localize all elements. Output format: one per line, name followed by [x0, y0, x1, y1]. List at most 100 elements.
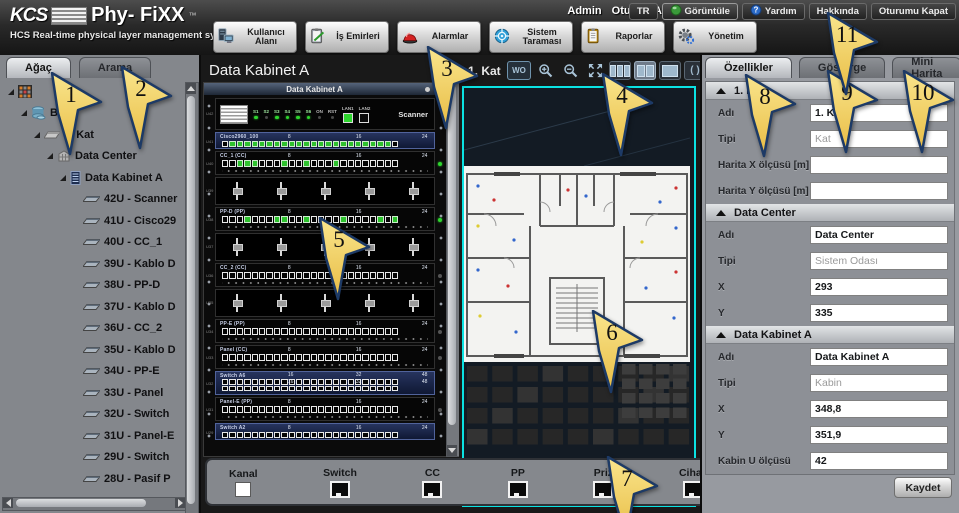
rack-port[interactable]: [370, 406, 376, 413]
rack-port[interactable]: [296, 272, 302, 279]
rack-port[interactable]: [385, 272, 391, 279]
rack-port[interactable]: [296, 386, 302, 392]
rack-port[interactable]: [274, 379, 280, 385]
rack-port[interactable]: [377, 160, 383, 167]
rack-port[interactable]: [296, 328, 302, 335]
tab-ağaç[interactable]: Ağaç: [6, 57, 71, 78]
layout-3col-icon[interactable]: [609, 61, 631, 80]
rack-port[interactable]: [325, 160, 331, 167]
rack-port[interactable]: [318, 406, 324, 413]
rack-port[interactable]: [392, 216, 398, 223]
rack-port[interactable]: [348, 160, 354, 167]
rack-port[interactable]: [222, 406, 228, 413]
tree-node-39u-kablo-d[interactable]: 39U - Kablo D: [2, 253, 184, 275]
rack-port[interactable]: [370, 328, 376, 335]
rack-port[interactable]: [252, 432, 258, 438]
rack-port[interactable]: [311, 328, 317, 335]
rack-unit-cable-manager[interactable]: U35: [215, 289, 435, 317]
lan-port[interactable]: [359, 113, 369, 123]
rack-port[interactable]: [296, 216, 302, 223]
rack-unit-cable-manager[interactable]: U39: [215, 177, 435, 205]
rack-port[interactable]: [325, 406, 331, 413]
tab-gösterge[interactable]: Gösterge: [799, 57, 885, 78]
field-input-harita-y-ölçüsü-m-[interactable]: [810, 182, 948, 200]
rack-port[interactable]: [289, 141, 295, 147]
field-input-adı[interactable]: [810, 226, 948, 244]
rack-unit-cable-manager[interactable]: U37: [215, 233, 435, 261]
rack-port[interactable]: [259, 272, 265, 279]
rack-port[interactable]: [244, 406, 250, 413]
rack-unit-panel-e-pp-[interactable]: U31Panel-E (PP)81624: [215, 397, 435, 421]
rack-port[interactable]: [355, 328, 361, 335]
rack-port[interactable]: [274, 272, 280, 279]
rack-port[interactable]: [340, 406, 346, 413]
rack-port[interactable]: [244, 160, 250, 167]
rack-unit-cc-1-cc-[interactable]: U40CC_1 (CC)81624: [215, 151, 435, 175]
floor-plan-drawing[interactable]: [464, 166, 690, 362]
rack-unit-cc-2-cc-[interactable]: U36CC_2 (CC)81624: [215, 263, 435, 287]
rack-port[interactable]: [266, 432, 272, 438]
tree-node-36u-cc_2[interactable]: 36U - CC_2: [2, 318, 184, 340]
tree-node-data-center[interactable]: Data Center: [2, 146, 184, 168]
rack-port[interactable]: [318, 432, 324, 438]
rack-port[interactable]: [244, 216, 250, 223]
tab-özellikler[interactable]: Özellikler: [705, 57, 792, 78]
nav-button-sistem-taramas-[interactable]: Sistem Taraması: [489, 21, 573, 53]
rack-port[interactable]: [348, 379, 354, 385]
rack-port[interactable]: [333, 379, 339, 385]
rack-port[interactable]: [252, 354, 258, 361]
nav-button-y-netim[interactable]: Yönetim: [673, 21, 757, 53]
rack-port[interactable]: [289, 386, 295, 392]
tree-node-28u-pasif-p[interactable]: 28U - Pasif P: [2, 468, 184, 490]
rack-port[interactable]: [252, 141, 258, 147]
rack-port[interactable]: [333, 406, 339, 413]
lan-port[interactable]: [343, 113, 353, 123]
close-icon[interactable]: ×: [434, 85, 443, 94]
rack-port[interactable]: [325, 354, 331, 361]
session-button-yard-m[interactable]: ?Yardım: [742, 3, 805, 20]
rack-unit-switch-a6[interactable]: U32Switch A6163248163248: [215, 371, 435, 395]
rack-port[interactable]: [229, 354, 235, 361]
rack-port[interactable]: [340, 328, 346, 335]
zoom-in-icon[interactable]: [534, 61, 556, 80]
rack-port[interactable]: [266, 272, 272, 279]
rack-port[interactable]: [303, 386, 309, 392]
rack-port[interactable]: [244, 432, 250, 438]
rack-port[interactable]: [311, 432, 317, 438]
layout-1col-icon[interactable]: [659, 61, 681, 80]
rack-port[interactable]: [318, 160, 324, 167]
rack-port[interactable]: [281, 432, 287, 438]
rack-port[interactable]: [333, 272, 339, 279]
tree-node-1-kat[interactable]: 1. Kat: [2, 124, 184, 146]
rack-port[interactable]: [296, 379, 302, 385]
rack-port[interactable]: [259, 432, 265, 438]
rack-port[interactable]: [244, 354, 250, 361]
tree-node-42u-scanner[interactable]: 42U - Scanner: [2, 189, 184, 211]
rack-port[interactable]: [340, 354, 346, 361]
nav-button-i-emirleri[interactable]: İş Emirleri: [305, 21, 389, 53]
rack-port[interactable]: [229, 141, 235, 147]
rack-port[interactable]: [362, 141, 368, 147]
rack-port[interactable]: [229, 160, 235, 167]
field-input-adı[interactable]: [810, 348, 948, 366]
rack-port[interactable]: [237, 216, 243, 223]
rack-port[interactable]: [362, 216, 368, 223]
rack-port[interactable]: [266, 216, 272, 223]
tree-node-37u-kablo-d[interactable]: 37U - Kablo D: [2, 296, 184, 318]
rack-port[interactable]: [392, 328, 398, 335]
rack-port[interactable]: [370, 272, 376, 279]
rack-port[interactable]: [325, 216, 331, 223]
rack-port[interactable]: [392, 432, 398, 438]
session-button-oturumu-kapat[interactable]: Oturumu Kapat: [871, 3, 956, 20]
wo-badge[interactable]: WO: [507, 61, 531, 80]
expander-icon[interactable]: [60, 175, 66, 181]
rack-port[interactable]: [370, 141, 376, 147]
tree-node-29u-switch[interactable]: 29U - Switch: [2, 447, 184, 469]
rack-port[interactable]: [296, 141, 302, 147]
rack-port[interactable]: [252, 328, 258, 335]
rack-port[interactable]: [266, 160, 272, 167]
rack-port[interactable]: [281, 328, 287, 335]
rack-vertical-scrollbar[interactable]: [446, 82, 460, 457]
rack-port[interactable]: [377, 216, 383, 223]
nav-button-raporlar[interactable]: Raporlar: [581, 21, 665, 53]
